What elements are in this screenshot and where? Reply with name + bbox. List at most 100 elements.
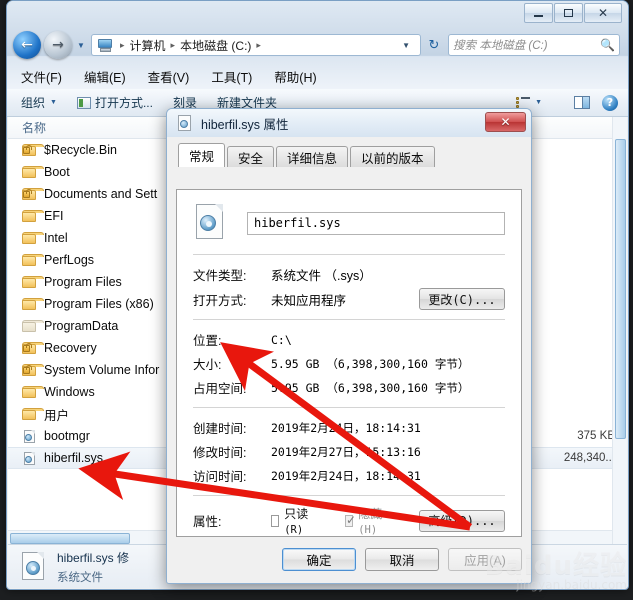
- cancel-button[interactable]: 取消: [365, 547, 439, 571]
- status-filename-suffix: 修: [117, 550, 130, 565]
- address-dropdown-icon[interactable]: ▼: [395, 41, 417, 50]
- horizontal-scrollbar-thumb[interactable]: [10, 533, 130, 544]
- field-label: 创建时间:: [193, 422, 247, 436]
- close-button[interactable]: ✕: [584, 3, 622, 23]
- folder-icon: [22, 165, 44, 180]
- field-created: 创建时间: 2019年2月24日，18:14:31: [193, 417, 505, 438]
- address-bar[interactable]: ▸ 计算机 ▸ 本地磁盘 (C:) ▸ ▼: [91, 34, 421, 56]
- locked-folder-icon: [22, 363, 44, 378]
- locked-folder-icon: [22, 187, 44, 202]
- divider: [193, 254, 505, 255]
- vertical-scrollbar[interactable]: [612, 117, 627, 545]
- open-with-label: 打开方式...: [94, 96, 153, 110]
- hidden-checkbox[interactable]: 隐藏 (H): [345, 505, 385, 536]
- file-name: $Recycle.Bin: [44, 143, 117, 157]
- breadcrumb-separator[interactable]: ▸: [253, 40, 264, 51]
- file-name: Intel: [44, 231, 68, 245]
- organize-button[interactable]: 组织 ▼: [21, 94, 57, 111]
- file-name: Boot: [44, 165, 70, 179]
- search-input[interactable]: 搜索 本地磁盘 (C:) 🔍: [448, 34, 620, 56]
- ok-button[interactable]: 确定: [282, 547, 356, 571]
- organize-label: 组织: [21, 96, 46, 110]
- attributes-row: 属性: 只读 (R) 隐藏 (H) 高级(D)...: [193, 505, 505, 536]
- readonly-hotkey: (R): [284, 524, 304, 536]
- folder-icon: [22, 231, 44, 246]
- breadcrumb-local-disk[interactable]: 本地磁盘 (C:): [178, 37, 253, 54]
- advanced-button[interactable]: 高级(D)...: [419, 509, 505, 532]
- system-file-icon: [22, 451, 37, 466]
- tab-security[interactable]: 安全: [227, 146, 275, 167]
- readonly-label: 只读 (R): [284, 505, 311, 536]
- file-name: hiberfil.sys: [44, 451, 104, 465]
- folder-icon: [22, 209, 44, 224]
- change-button[interactable]: 更改(C)...: [419, 288, 505, 310]
- field-size: 大小: 5.95 GB （6,398,300,160 字节）: [193, 353, 505, 374]
- menu-tools[interactable]: 工具(T): [211, 67, 252, 86]
- divider: [193, 495, 505, 496]
- open-with-button[interactable]: 打开方式...: [76, 94, 153, 111]
- folder-icon: [22, 407, 44, 422]
- status-filename: hiberfil.sys 修: [57, 549, 129, 566]
- breadcrumb-separator: ▸: [120, 39, 125, 50]
- divider: [193, 319, 505, 320]
- forward-button[interactable]: →: [44, 31, 72, 59]
- field-size-on-disk: 占用空间: 5.95 GB （6,398,300,160 字节）: [193, 377, 505, 398]
- file-name: Windows: [44, 385, 95, 399]
- dialog-close-button[interactable]: ✕: [485, 112, 526, 132]
- history-dropdown-button[interactable]: ▼: [75, 41, 87, 50]
- maximize-button[interactable]: [554, 3, 583, 23]
- chevron-down-icon: ▼: [50, 99, 57, 106]
- dialog-tabstrip: 常规 安全 详细信息 以前的版本: [176, 143, 522, 167]
- menu-help[interactable]: 帮助(H): [274, 67, 316, 86]
- system-file-icon: [177, 114, 193, 132]
- status-filetype: 系统文件: [57, 571, 103, 584]
- field-value: 5.95 GB （6,398,300,160 字节）: [271, 356, 470, 371]
- chevron-down-icon: ▼: [535, 99, 542, 106]
- system-file-icon: [20, 551, 48, 582]
- tab-details[interactable]: 详细信息: [276, 146, 349, 167]
- vertical-scrollbar-thumb[interactable]: [615, 139, 626, 439]
- hidden-hotkey: (H): [358, 524, 378, 536]
- open-with-icon: [76, 96, 91, 109]
- field-value: C:\: [271, 332, 292, 347]
- column-header-name[interactable]: 名称: [8, 119, 46, 136]
- search-placeholder: 搜索 本地磁盘 (C:): [453, 40, 548, 52]
- properties-dialog: hiberfil.sys 属性 ✕ 常规 安全 详细信息 以前的版本 hiber…: [166, 108, 532, 584]
- apply-button[interactable]: 应用(A): [448, 547, 522, 571]
- file-name: Program Files: [44, 275, 122, 289]
- system-file-icon: [193, 204, 227, 242]
- field-value: 未知应用程序: [271, 293, 347, 308]
- field-value: 5.95 GB （6,398,300,160 字节）: [271, 380, 470, 395]
- menu-file[interactable]: 文件(F): [21, 67, 62, 86]
- list-view-icon: [516, 96, 531, 109]
- field-accessed: 访问时间: 2019年2月24日，18:14:31: [193, 465, 505, 486]
- folder-icon: [22, 253, 44, 268]
- change-view-button[interactable]: ▼: [516, 96, 542, 109]
- help-icon[interactable]: ?: [602, 94, 618, 111]
- menu-view[interactable]: 查看(V): [148, 67, 190, 86]
- screen: ✕ ← → ▼ ▸ 计算机 ▸ 本地磁盘 (C:) ▸ ▼ ↻ 搜索 本地磁盘 …: [0, 0, 633, 600]
- locked-folder-icon: [22, 341, 44, 356]
- field-value: 系统文件 （.sys）: [271, 269, 372, 283]
- explorer-titlebar: ✕: [7, 1, 628, 27]
- preview-pane-icon[interactable]: [574, 96, 590, 109]
- checkbox-box: [271, 514, 280, 527]
- filename-input[interactable]: hiberfil.sys: [247, 211, 505, 235]
- file-name: ProgramData: [44, 319, 119, 333]
- field-value: 2019年2月24日，18:14:31: [271, 468, 421, 483]
- dialog-footer: 确定 取消 应用(A): [176, 544, 522, 574]
- tab-general[interactable]: 常规: [178, 143, 226, 167]
- search-icon: 🔍: [600, 38, 615, 52]
- tab-previous-versions[interactable]: 以前的版本: [350, 146, 435, 167]
- file-name: bootmgr: [44, 429, 90, 443]
- folder-icon: [22, 385, 44, 400]
- menu-edit[interactable]: 编辑(E): [84, 67, 126, 86]
- field-label: 占用空间:: [193, 382, 247, 396]
- refresh-icon[interactable]: ↻: [423, 34, 445, 56]
- minimize-button[interactable]: [524, 3, 553, 23]
- back-button[interactable]: ←: [13, 31, 41, 59]
- readonly-checkbox[interactable]: 只读 (R): [271, 505, 311, 536]
- status-filename-text: hiberfil.sys: [57, 550, 114, 565]
- breadcrumb-computer[interactable]: 计算机: [128, 37, 168, 54]
- field-label: 大小:: [193, 358, 222, 372]
